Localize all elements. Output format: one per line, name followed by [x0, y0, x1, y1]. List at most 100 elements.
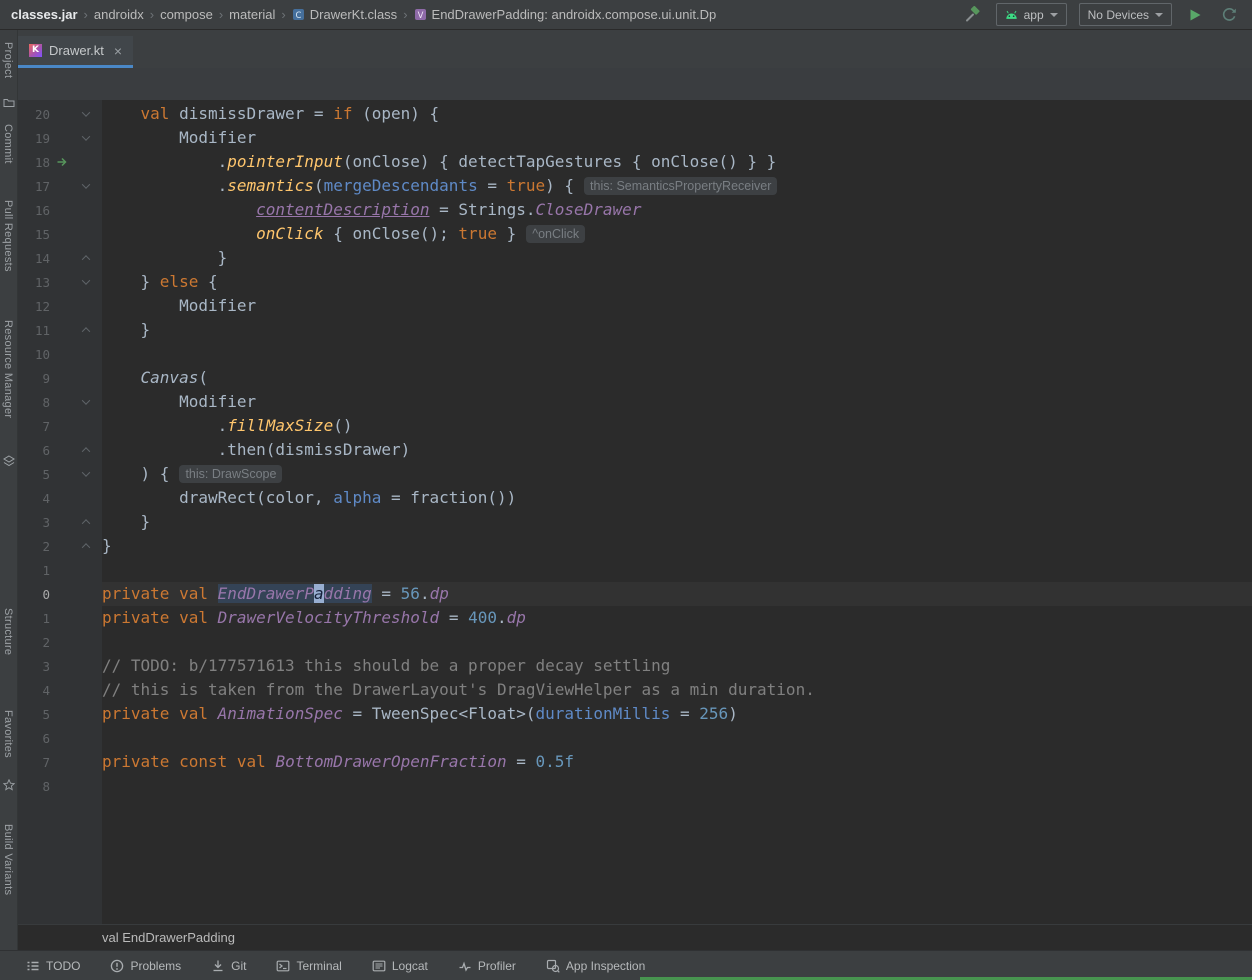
code-line[interactable]: 6	[18, 726, 1252, 750]
code-line[interactable]: 8	[18, 774, 1252, 798]
code-line[interactable]: 3 }	[18, 510, 1252, 534]
gutter[interactable]: 14	[18, 246, 102, 270]
tab-close-icon[interactable]: ×	[114, 44, 122, 58]
tool-window-button-profiler[interactable]: Profiler	[458, 959, 516, 973]
code-line[interactable]: 19 Modifier	[18, 126, 1252, 150]
gutter[interactable]: 10	[18, 342, 102, 366]
code-line[interactable]: 2}	[18, 534, 1252, 558]
gutter[interactable]: 5	[18, 702, 102, 726]
tool-stripe-favorites[interactable]: Favorites	[2, 710, 14, 758]
apply-changes-button[interactable]	[1218, 4, 1240, 26]
folder-icon[interactable]	[3, 96, 15, 108]
code-line[interactable]: 1	[18, 558, 1252, 582]
tool-stripe-structure[interactable]: Structure	[2, 608, 14, 655]
fold-marker[interactable]	[74, 543, 98, 549]
code-line[interactable]: 15 onClick { onClose(); true }^onClick	[18, 222, 1252, 246]
code-line[interactable]: 17 .semantics(mergeDescendants = true) {…	[18, 174, 1252, 198]
tool-stripe-build-variants[interactable]: Build Variants	[2, 824, 14, 895]
gutter[interactable]: 4	[18, 678, 102, 702]
breadcrumb-item[interactable]: VEndDrawerPadding: androidx.compose.ui.u…	[411, 7, 720, 22]
fold-marker[interactable]	[74, 135, 98, 141]
tool-window-button-problems[interactable]: Problems	[110, 959, 181, 973]
gutter[interactable]: 16	[18, 198, 102, 222]
gutter[interactable]: 1	[18, 558, 102, 582]
gutter[interactable]: 18	[18, 150, 102, 174]
gutter[interactable]: 6	[18, 726, 102, 750]
gutter[interactable]: 19	[18, 126, 102, 150]
fold-marker[interactable]	[74, 183, 98, 189]
gutter[interactable]: 0	[18, 582, 102, 606]
gutter[interactable]: 17	[18, 174, 102, 198]
tool-stripe-resource-manager[interactable]: Resource Manager	[2, 320, 14, 418]
gutter[interactable]: 2	[18, 534, 102, 558]
gutter[interactable]: 9	[18, 366, 102, 390]
tool-window-button-logcat[interactable]: Logcat	[372, 959, 428, 973]
gutter[interactable]: 20	[18, 102, 102, 126]
code-line[interactable]: 12 Modifier	[18, 294, 1252, 318]
fold-marker[interactable]	[74, 471, 98, 477]
tool-stripe-pull-requests[interactable]: Pull Requests	[2, 200, 14, 272]
run-button[interactable]	[1184, 4, 1206, 26]
code-line[interactable]: 13 } else {	[18, 270, 1252, 294]
breadcrumb-item[interactable]: classes.jar	[8, 7, 81, 22]
code-line[interactable]: 4 drawRect(color, alpha = fraction())	[18, 486, 1252, 510]
code-line[interactable]: 16 contentDescription = Strings.CloseDra…	[18, 198, 1252, 222]
breadcrumb-item[interactable]: CDrawerKt.class	[289, 7, 400, 22]
code-line[interactable]: 10	[18, 342, 1252, 366]
gutter[interactable]: 3	[18, 654, 102, 678]
gutter[interactable]: 8	[18, 774, 102, 798]
editor[interactable]: 20 val dismissDrawer = if (open) {19 Mod…	[18, 68, 1252, 950]
star-icon[interactable]	[3, 778, 15, 790]
code-line[interactable]: 5 ) {this: DrawScope	[18, 462, 1252, 486]
code-lines[interactable]: 20 val dismissDrawer = if (open) {19 Mod…	[18, 100, 1252, 924]
breadcrumb-item[interactable]: androidx	[91, 7, 147, 22]
fold-marker[interactable]	[74, 447, 98, 453]
gutter[interactable]: 1	[18, 606, 102, 630]
tool-window-button-terminal[interactable]: Terminal	[276, 959, 341, 973]
code-line[interactable]: 2	[18, 630, 1252, 654]
fold-marker[interactable]	[74, 111, 98, 117]
breadcrumb-item[interactable]: material	[226, 7, 278, 22]
fold-marker[interactable]	[74, 519, 98, 525]
code-line[interactable]: 6 .then(dismissDrawer)	[18, 438, 1252, 462]
gutter[interactable]: 4	[18, 486, 102, 510]
tab-drawer-kt[interactable]: K Drawer.kt ×	[18, 36, 133, 68]
code-line[interactable]: 9 Canvas(	[18, 366, 1252, 390]
fold-marker[interactable]	[74, 399, 98, 405]
device-selector[interactable]: No Devices	[1079, 3, 1172, 26]
layers-icon[interactable]	[3, 454, 15, 466]
gutter[interactable]: 8	[18, 390, 102, 414]
gutter[interactable]: 7	[18, 750, 102, 774]
code-line[interactable]: 0private val EndDrawerPadding = 56.dp	[18, 582, 1252, 606]
code-line[interactable]: 7 .fillMaxSize()	[18, 414, 1252, 438]
code-line[interactable]: 18 .pointerInput(onClose) { detectTapGes…	[18, 150, 1252, 174]
code-line[interactable]: 11 }	[18, 318, 1252, 342]
code-line[interactable]: 1private val DrawerVelocityThreshold = 4…	[18, 606, 1252, 630]
gutter[interactable]: 13	[18, 270, 102, 294]
gutter[interactable]: 15	[18, 222, 102, 246]
tool-stripe-commit[interactable]: Commit	[2, 124, 14, 164]
code-line[interactable]: 20 val dismissDrawer = if (open) {	[18, 102, 1252, 126]
code-line[interactable]: 5private val AnimationSpec = TweenSpec<F…	[18, 702, 1252, 726]
tool-window-button-app-inspection[interactable]: App Inspection	[546, 959, 645, 973]
fold-marker[interactable]	[74, 255, 98, 261]
fold-marker[interactable]	[74, 327, 98, 333]
gutter[interactable]: 11	[18, 318, 102, 342]
build-hammer-icon[interactable]	[962, 4, 984, 26]
gutter[interactable]: 5	[18, 462, 102, 486]
gutter[interactable]: 2	[18, 630, 102, 654]
gutter[interactable]: 7	[18, 414, 102, 438]
gutter[interactable]: 12	[18, 294, 102, 318]
tool-stripe-project[interactable]: Project	[2, 42, 14, 78]
code-line[interactable]: 14 }	[18, 246, 1252, 270]
gutter[interactable]: 6	[18, 438, 102, 462]
run-config-selector[interactable]: app	[996, 3, 1067, 26]
gutter[interactable]: 3	[18, 510, 102, 534]
code-line[interactable]: 3// TODO: b/177571613 this should be a p…	[18, 654, 1252, 678]
suspend-call-gutter-icon[interactable]	[50, 156, 74, 168]
fold-marker[interactable]	[74, 279, 98, 285]
breadcrumb-item[interactable]: compose	[157, 7, 216, 22]
tool-window-button-todo[interactable]: TODO	[26, 959, 80, 973]
code-line[interactable]: 8 Modifier	[18, 390, 1252, 414]
code-line[interactable]: 7private const val BottomDrawerOpenFract…	[18, 750, 1252, 774]
